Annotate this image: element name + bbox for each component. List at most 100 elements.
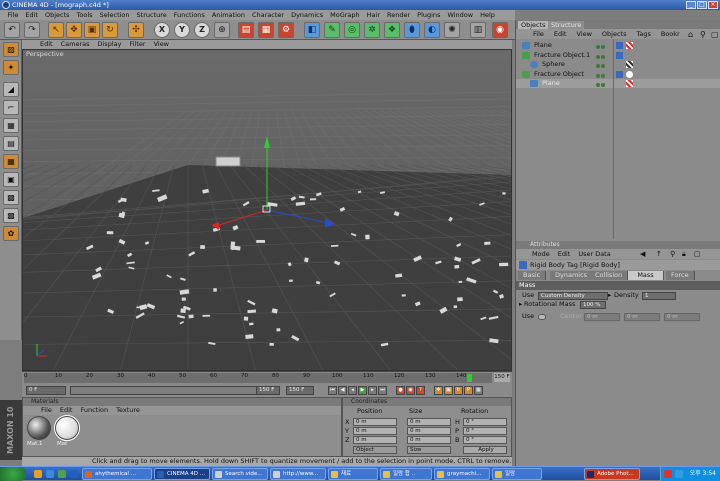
visibility-dots-icon[interactable] [596,43,608,49]
coord-mode-select[interactable]: Object [353,446,397,454]
rigid-body-tag-icon[interactable] [616,71,623,78]
coord-rot-h[interactable]: 0 ° [463,418,507,426]
record-icon[interactable]: ● [396,386,405,395]
om-menu-tags[interactable]: Tags [631,29,655,39]
coord-rot-p[interactable]: 0 ° [463,427,507,435]
edges-mode-icon[interactable]: ▤ [3,136,19,151]
lock-icon[interactable]: 🔒︎ [682,250,686,259]
visibility-dots-icon[interactable] [596,53,608,59]
key-pla-icon[interactable]: ▦ [474,386,483,395]
om-menu-edit[interactable]: Edit [549,29,572,39]
minimize-button[interactable]: _ [686,1,696,9]
maximize-button[interactable]: □ [697,1,707,9]
light-icon[interactable]: ✺ [444,22,460,38]
taskbar-button[interactable]: 일람 합 .. [380,468,432,480]
range-end-field[interactable]: 150 F [286,386,314,395]
recent-tool-icon[interactable]: ✣ [128,22,144,38]
attr-menu-edit[interactable]: Edit [554,249,575,259]
visibility-dots-icon[interactable] [596,62,608,68]
undo-icon[interactable]: ↶ [4,22,20,38]
menu-file[interactable]: File [4,10,22,20]
object-row-selected[interactable]: Plane [516,79,720,88]
coordinate-system-icon[interactable]: ⊕ [214,22,230,38]
visibility-dots-icon[interactable] [596,81,608,87]
layout-switch-icon[interactable]: ◉ [492,22,508,38]
coord-size-x[interactable]: 0 m [407,418,451,426]
menu-plugins[interactable]: Plugins [414,10,444,20]
deformer-icon[interactable]: ❖ [384,22,400,38]
taskbar-button[interactable]: 재료 [328,468,378,480]
render-picture-viewer-icon[interactable]: ▦ [258,22,274,38]
new-window-icon[interactable]: ▢ [694,250,701,258]
go-to-start-icon[interactable]: ⏮ [328,386,337,395]
taskbar-button[interactable]: Search vide... [212,468,268,480]
perspective-viewport[interactable]: Perspective [22,49,512,371]
attr-menu-user-data[interactable]: User Data [574,249,614,259]
next-frame-icon[interactable]: ▸ [368,386,377,395]
object-row[interactable]: Fracture Object [516,70,720,79]
go-to-end-icon[interactable]: ⏭ [378,386,387,395]
taskbar-button-active[interactable]: CINEMA 4D ... [154,468,210,480]
z-axis-lock-icon[interactable]: Z [194,22,210,38]
menu-edit[interactable]: Edit [22,10,42,20]
center-x-field[interactable]: 0 m [584,313,620,321]
texture-tag-icon[interactable] [626,61,633,68]
coord-size-y[interactable]: 0 m [407,427,451,435]
prev-frame-icon[interactable]: ◂ [348,386,357,395]
taskbar-button[interactable]: graymachi... [434,468,490,480]
close-button[interactable]: × [708,1,718,9]
rotate-tool-icon[interactable]: ↻ [102,22,118,38]
object-row[interactable]: Sphere [516,60,720,69]
center-z-field[interactable]: 0 m [664,313,700,321]
tab-force[interactable]: Force [666,271,695,280]
material-swatch[interactable] [27,416,51,440]
workplane-icon[interactable]: ▩ [3,208,19,223]
search-icon[interactable]: ⚲ [700,30,706,39]
autokey-icon[interactable]: ◉ [406,386,415,395]
tab-collision[interactable]: Collision [590,271,629,280]
cube-primitive-icon[interactable]: ◧ [304,22,320,38]
key-param-icon[interactable]: P [464,386,473,395]
coord-rot-b[interactable]: 0 ° [463,436,507,444]
menu-selection[interactable]: Selection [96,10,133,20]
tray-icon[interactable] [675,470,683,478]
keyframe-selection-icon[interactable]: ? [416,386,425,395]
attr-menu-mode[interactable]: Mode [528,249,554,259]
back-arrow-icon[interactable]: ◀ [640,250,645,258]
checker-icon[interactable]: ▩ [3,190,19,205]
new-window-icon[interactable]: ▢ [711,30,719,39]
rigid-body-tag-icon[interactable] [616,52,623,59]
menu-window[interactable]: Window [444,10,477,20]
density-field[interactable]: 1 [642,292,676,300]
materials-menu-texture[interactable]: Texture [112,406,144,415]
render-view-icon[interactable]: ▤ [238,22,254,38]
texture-tag-icon[interactable] [626,80,633,87]
key-rotation-icon[interactable]: ↻ [454,386,463,395]
use-center-toggle[interactable] [538,314,546,320]
menu-tools[interactable]: Tools [73,10,96,20]
model-mode-icon[interactable]: ◢ [3,82,19,97]
menu-dynamics[interactable]: Dynamics [288,10,327,20]
menu-objects[interactable]: Objects [41,10,73,20]
use-mode-select[interactable]: Custom Density [538,292,608,300]
menu-animation[interactable]: Animation [208,10,248,20]
materials-menu-function[interactable]: Function [76,406,112,415]
spline-pen-icon[interactable]: ✎ [324,22,340,38]
current-frame-field[interactable]: 0 F [26,386,66,395]
apply-button[interactable]: Apply [463,446,507,454]
menu-structure[interactable]: Structure [133,10,170,20]
camera-icon[interactable]: ◐ [424,22,440,38]
tab-basic[interactable]: Basic [518,271,547,280]
tab-structure[interactable]: Structure [548,21,585,29]
timeline-ruler[interactable]: 0 10 20 30 40 50 60 70 80 90 100 110 120… [24,373,492,383]
taskbar-button[interactable]: Adobe Phot... [584,468,640,480]
object-row[interactable]: Fracture Object.1 [516,51,720,60]
tab-dynamics[interactable]: Dynamics [550,271,594,280]
material-tag-icon[interactable] [626,71,633,78]
range-start-field[interactable]: 150 F [256,386,280,395]
key-position-icon[interactable]: ✥ [434,386,443,395]
quicklaunch-icon[interactable] [34,470,42,478]
points-mode-icon[interactable]: ▦ [3,118,19,133]
scene-object-icon[interactable]: ⬮ [404,22,420,38]
y-axis-lock-icon[interactable]: Y [174,22,190,38]
